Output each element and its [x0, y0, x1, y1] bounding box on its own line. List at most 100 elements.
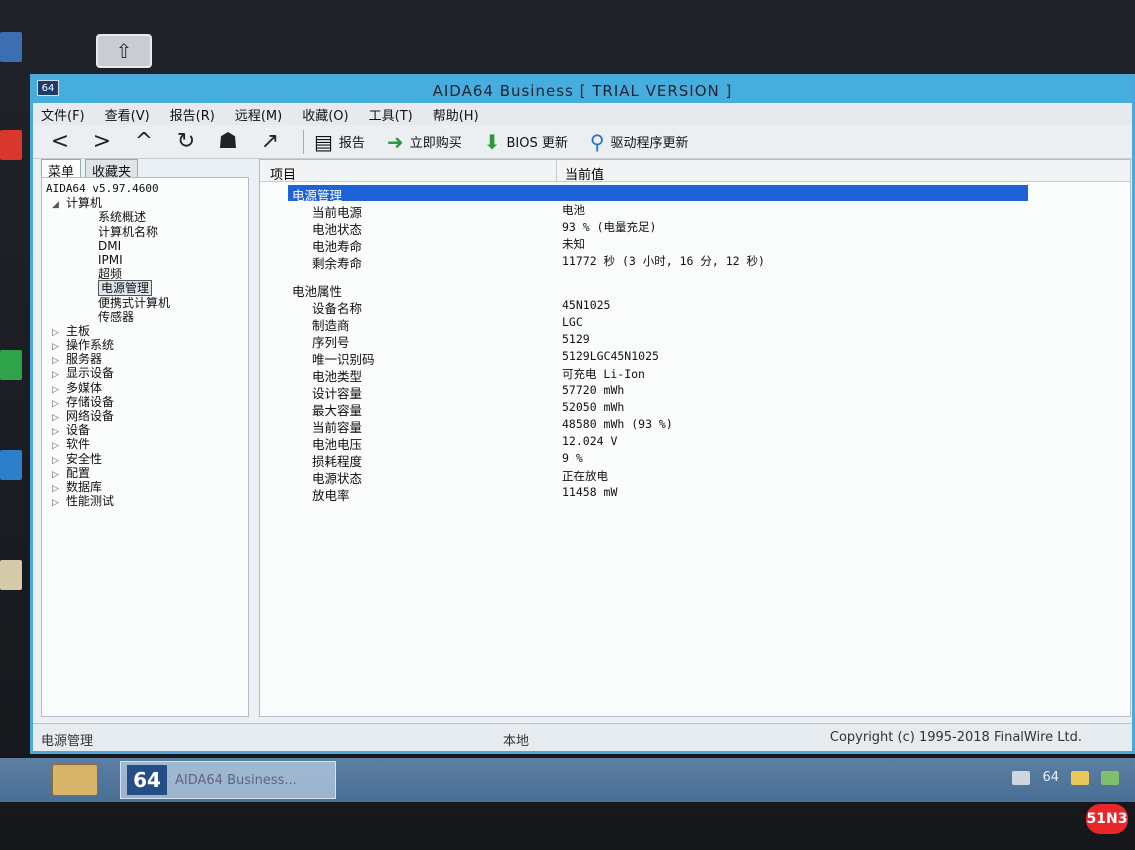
screen: ⇧ 64 AIDA64 Business [ TRIAL VERSION ] 文…	[0, 0, 1135, 850]
status-location: 本地	[503, 734, 530, 749]
desktop-icon[interactable]	[0, 450, 22, 480]
driver-update-button[interactable]: ⚲ 驱动程序更新	[590, 130, 689, 154]
menu-favorites[interactable]: 收藏(O)	[302, 105, 348, 124]
tree-item-os[interactable]: ▷ 操作系统	[42, 338, 248, 352]
menu-report[interactable]: 报告(R)	[170, 105, 215, 124]
expand-icon[interactable]: ▷	[52, 496, 66, 510]
tree-item-label: 系统概述	[98, 210, 147, 225]
status-current-page: 电源管理	[41, 734, 94, 749]
buy-label: 立即购买	[409, 136, 462, 151]
property-value: 93 % (电量充足)	[562, 220, 657, 234]
watermark-logo: 51N3	[1086, 804, 1128, 834]
property-row[interactable]: 当前电源 电池	[260, 202, 1130, 220]
menu-help[interactable]: 帮助(H)	[433, 105, 479, 124]
network-tray-icon[interactable]	[1101, 770, 1119, 785]
keyboard-icon[interactable]	[1012, 770, 1031, 785]
tree-item-computer-name[interactable]: 计算机名称	[42, 225, 248, 239]
property-row[interactable]: 唯一识别码 5129LGC45N1025	[260, 349, 1130, 367]
chart-icon[interactable]: ↗	[255, 129, 285, 155]
tab-menu[interactable]: 菜单	[41, 159, 82, 180]
property-row[interactable]: 电源状态 正在放电	[260, 468, 1130, 486]
tree-item-portable[interactable]: 便携式计算机	[42, 296, 248, 310]
menu-tools[interactable]: 工具(T)	[369, 105, 413, 124]
tree-item-storage[interactable]: ▷ 存储设备	[42, 395, 248, 409]
up-arrow-icon[interactable]: ^	[129, 129, 159, 155]
property-row[interactable]: 设计容量 57720 mWh	[260, 383, 1130, 401]
status-bar: 电源管理 本地 Copyright (c) 1995-2018 FinalWir…	[33, 723, 1132, 751]
tree-item-label: 计算机名称	[98, 224, 159, 239]
tree-item-sensors[interactable]: 传感器	[42, 310, 248, 324]
property-row[interactable]: 序列号 5129	[260, 332, 1130, 350]
tree-item-label: 多媒体	[66, 380, 103, 395]
report-button[interactable]: ▤ 报告	[314, 130, 365, 154]
tree-item-computer[interactable]: ◢ 计算机	[42, 196, 248, 210]
system-tray: 64	[1000, 770, 1119, 785]
property-row[interactable]: 放电率 11458 mW	[260, 485, 1130, 503]
tree-item-label: 软件	[66, 437, 91, 452]
tree-item-network[interactable]: ▷ 网络设备	[42, 409, 248, 423]
tree-item-security[interactable]: ▷ 安全性	[42, 452, 248, 466]
column-header-value[interactable]: 当前值	[565, 164, 604, 183]
property-row[interactable]: 电池电压 12.024 V	[260, 434, 1130, 452]
tree-item-devices[interactable]: ▷ 设备	[42, 423, 248, 437]
tree-item-display[interactable]: ▷ 显示设备	[42, 366, 248, 380]
refresh-icon[interactable]: ↻	[171, 129, 201, 155]
desktop-icon[interactable]	[0, 130, 22, 160]
tree-item-multimedia[interactable]: ▷ 多媒体	[42, 381, 248, 395]
property-row[interactable]: 电池状态 93 % (电量充足)	[260, 219, 1130, 237]
property-row[interactable]: 最大容量 52050 mWh	[260, 400, 1130, 418]
tree-item-dmi[interactable]: DMI	[42, 239, 248, 253]
property-value: 11772 秒 (3 小时, 16 分, 12 秒)	[562, 254, 765, 268]
column-divider[interactable]	[556, 160, 557, 182]
tab-favorites[interactable]: 收藏夹	[85, 159, 139, 180]
tree-item-label: 传感器	[98, 309, 135, 324]
group-header-row[interactable]: 电池属性	[260, 281, 1130, 299]
property-row[interactable]: 当前容量 48580 mWh (93 %)	[260, 417, 1130, 435]
title-bar[interactable]: 64 AIDA64 Business [ TRIAL VERSION ]	[33, 77, 1132, 103]
property-row[interactable]: 电池寿命 未知	[260, 236, 1130, 254]
property-row[interactable]: 制造商 LGC	[260, 315, 1130, 333]
tree-item-config[interactable]: ▷ 配置	[42, 466, 248, 480]
desktop-icon[interactable]	[0, 560, 22, 590]
property-row[interactable]: 电池类型 可充电 Li-Ion	[260, 366, 1130, 384]
search-icon: ⚲	[589, 129, 605, 154]
tree-root[interactable]: AIDA64 v5.97.4600	[42, 182, 248, 196]
details-list: 项目 当前值 电源管理 当前电源 电池 电池状态 93 % (电量充足) 电池寿命 未知 剩余…	[259, 159, 1131, 717]
desktop-icon[interactable]	[0, 32, 22, 62]
property-value: 45N1025	[562, 298, 611, 312]
tree-item-software[interactable]: ▷ 软件	[42, 437, 248, 451]
menu-file[interactable]: 文件(F)	[41, 105, 85, 124]
tree-item-overview[interactable]: 系统概述	[42, 210, 248, 224]
menu-view[interactable]: 查看(V)	[105, 105, 150, 124]
tree-item-power-management[interactable]: 电源管理	[42, 280, 248, 297]
bios-update-button[interactable]: ⬇ BIOS 更新	[484, 130, 568, 154]
tray-aida-label[interactable]: 64	[1042, 770, 1059, 785]
users-icon[interactable]: ☗	[213, 129, 243, 155]
desktop-icon[interactable]	[0, 350, 22, 380]
back-arrow-icon[interactable]: <	[45, 129, 75, 155]
property-row[interactable]: 设备名称 45N1025	[260, 298, 1130, 316]
tree-item-server[interactable]: ▷ 服务器	[42, 352, 248, 366]
tree-item-ipmi[interactable]: IPMI	[42, 253, 248, 267]
forward-arrow-icon[interactable]: >	[87, 129, 117, 155]
monitor-icon[interactable]	[1071, 770, 1089, 785]
property-row[interactable]: 剩余寿命 11772 秒 (3 小时, 16 分, 12 秒)	[260, 253, 1130, 271]
column-header-item[interactable]: 项目	[270, 164, 296, 183]
property-value: 9 %	[562, 451, 583, 465]
tree-item-overclock[interactable]: 超频	[42, 267, 248, 281]
tree-item-label: 操作系统	[66, 338, 115, 353]
tree-item-motherboard[interactable]: ▷ 主板	[42, 324, 248, 338]
desktop-shortcut-button[interactable]: ⇧	[96, 34, 152, 68]
tree-item-label: IPMI	[98, 252, 123, 267]
property-value: 未知	[562, 237, 585, 251]
tree-item-label: 显示设备	[66, 366, 115, 381]
taskbar-aida64-button[interactable]: 64 AIDA64 Business...	[120, 761, 336, 799]
tree-item-benchmark[interactable]: ▷ 性能测试	[42, 494, 248, 508]
buy-now-button[interactable]: ➜ 立即购买	[387, 130, 462, 154]
file-explorer-icon[interactable]	[52, 764, 98, 796]
status-copyright: Copyright (c) 1995-2018 FinalWire Ltd.	[829, 730, 1082, 745]
menu-remote[interactable]: 远程(M)	[235, 105, 282, 124]
property-row[interactable]: 损耗程度 9 %	[260, 451, 1130, 469]
group-header-row[interactable]: 电源管理	[260, 185, 1130, 203]
tree-item-database[interactable]: ▷ 数据库	[42, 480, 248, 494]
